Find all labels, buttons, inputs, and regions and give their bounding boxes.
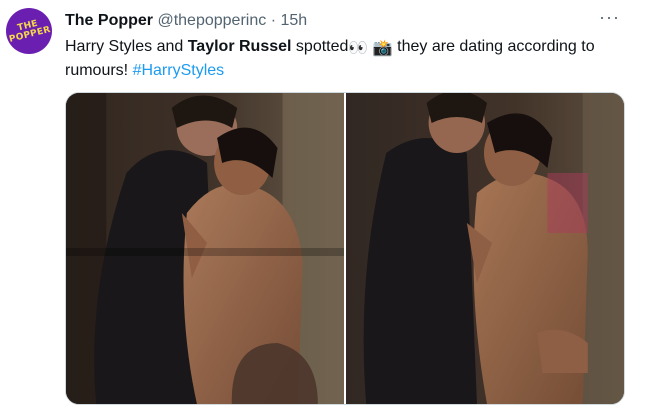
tweet-text-part: spotted (291, 38, 349, 55)
tweet[interactable]: THE POPPER The Popper @thepopperinc · 15… (0, 0, 650, 411)
photo-right-image (346, 93, 624, 404)
tweet-header: The Popper @thepopperinc · 15h (65, 11, 307, 31)
display-name[interactable]: The Popper (65, 12, 153, 29)
tweet-text: Harry Styles and Taylor Russel spotted👀 … (65, 36, 635, 82)
photo-right[interactable] (346, 93, 624, 404)
photo-left-image (66, 93, 344, 404)
photo-left[interactable] (66, 93, 344, 404)
more-options-icon[interactable]: ··· (599, 8, 620, 26)
handle[interactable]: @thepopperinc (157, 12, 266, 29)
tweet-text-bold: Taylor Russel (187, 38, 292, 55)
timestamp[interactable]: 15h (280, 12, 307, 29)
tweet-text-part: Harry Styles and (65, 38, 188, 55)
media-grid (65, 92, 625, 405)
eyes-emoji-icon: 👀 (348, 40, 369, 57)
avatar-logo-text: THE POPPER (8, 18, 52, 45)
avatar[interactable]: THE POPPER (6, 8, 52, 54)
camera-emoji-icon: 📸 (372, 40, 393, 57)
separator-dot: · (270, 12, 277, 29)
hashtag-link[interactable]: #HarryStyles (133, 62, 225, 79)
